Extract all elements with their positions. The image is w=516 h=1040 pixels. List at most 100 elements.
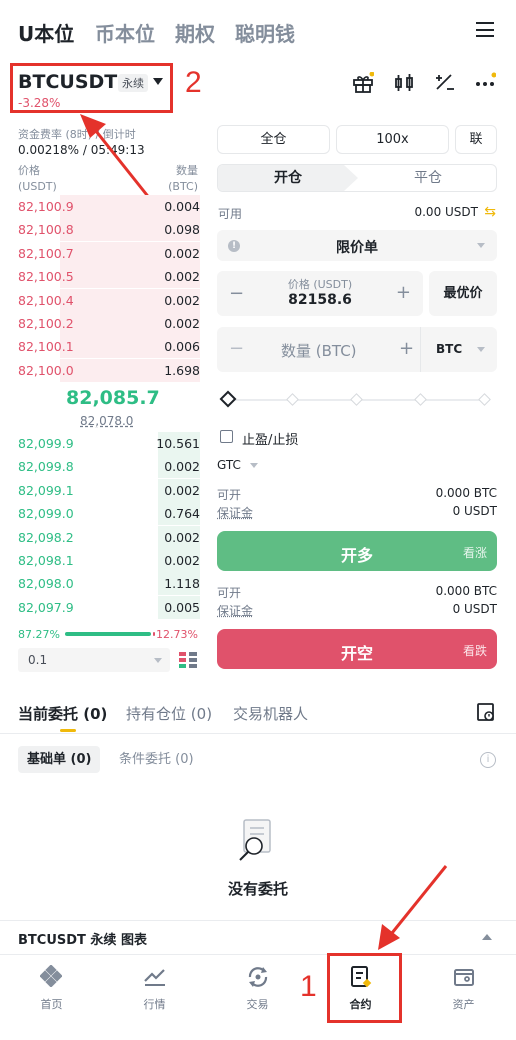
tab-close[interactable]: 平仓 — [358, 165, 496, 191]
open-long-button[interactable]: 开多 看涨 — [217, 531, 497, 571]
tab-smart-money[interactable]: 聪明钱 — [235, 18, 295, 47]
bid-row[interactable]: 82,099.9 10.561 — [0, 432, 200, 455]
bid-row[interactable]: 82,098.0 1.118 — [0, 572, 200, 596]
slider-mark[interactable] — [414, 393, 427, 406]
nav-markets[interactable]: 行情 — [103, 955, 206, 1025]
qty-header: 数量 (BTC) — [168, 164, 198, 193]
ask-row[interactable]: 82,100.2 0.002 — [0, 312, 200, 335]
info-icon[interactable]: i — [480, 752, 496, 768]
ask-row[interactable]: 82,100.4 0.002 — [0, 288, 200, 312]
empty-orders-icon — [239, 819, 271, 861]
margin-mode-button[interactable]: 全仓 — [217, 125, 330, 154]
ask-price: 82,100.0 — [18, 362, 74, 378]
tif-select[interactable]: GTC — [217, 458, 241, 472]
tpsl-label[interactable]: 止盈/止损 — [242, 429, 298, 448]
ask-quantity: 1.698 — [164, 362, 200, 378]
annotation-number-1: 1 — [300, 970, 317, 1003]
quantity-unit-select[interactable]: BTC — [436, 342, 462, 356]
bid-row[interactable]: 82,097.9 0.005 — [0, 595, 200, 619]
tab-positions[interactable]: 持有仓位 (0) — [126, 703, 212, 724]
more-icon[interactable] — [474, 72, 496, 94]
mark-price[interactable]: 82,078.0 — [80, 414, 133, 428]
bid-row[interactable]: 82,099.0 0.764 — [0, 502, 200, 526]
tab-trading-bots[interactable]: 交易机器人 — [233, 703, 308, 724]
bid-row[interactable]: 82,098.1 0.002 — [0, 549, 200, 572]
order-type-select[interactable]: ! 限价单 — [217, 230, 497, 261]
bid-quantity: 1.118 — [164, 576, 200, 592]
bid-row[interactable]: 82,098.2 0.002 — [0, 525, 200, 549]
menu-icon[interactable] — [476, 22, 494, 37]
bid-row[interactable]: 82,099.1 0.002 — [0, 478, 200, 502]
trade-icon — [248, 967, 268, 987]
asset-mode-button[interactable]: 联 — [455, 125, 497, 154]
ask-row[interactable]: 82,100.0 1.698 — [0, 358, 200, 382]
buy-ratio: 87.27% — [18, 628, 60, 641]
gift-icon[interactable] — [352, 72, 374, 94]
chevron-down-icon[interactable] — [250, 463, 258, 468]
slider-mark[interactable] — [286, 393, 299, 406]
bid-row[interactable]: 82,099.8 0.002 — [0, 455, 200, 479]
best-price-button[interactable]: 最优价 — [429, 271, 497, 316]
long-margin-value: 0 USDT — [452, 504, 497, 518]
price-input[interactable]: − 价格 (USDT) 82158.6 + — [217, 271, 423, 316]
ask-row[interactable]: 82,100.1 0.006 — [0, 335, 200, 359]
minus-icon[interactable]: − — [229, 338, 244, 359]
nav-assets[interactable]: 资产 — [412, 955, 515, 1025]
open-close-toggle[interactable]: 开仓 平仓 — [217, 164, 497, 192]
bid-quantity: 0.005 — [164, 599, 200, 615]
last-price[interactable]: 82,085.7 — [66, 387, 160, 409]
short-margin-label[interactable]: 保证金 — [217, 602, 253, 619]
annotation-box-symbol — [10, 63, 173, 113]
tab-open-orders[interactable]: 当前委托 (0) — [18, 703, 107, 724]
bid-price: 82,099.9 — [18, 436, 74, 451]
ask-row[interactable]: 82,100.5 0.002 — [0, 265, 200, 289]
long-margin-label[interactable]: 保证金 — [217, 504, 253, 521]
ask-row[interactable]: 82,100.8 0.098 — [0, 218, 200, 242]
nav-trade[interactable]: 交易 — [206, 955, 309, 1025]
price-label: 价格 (USDT) — [287, 278, 353, 291]
bid-quantity: 10.561 — [156, 436, 200, 451]
active-tab-indicator — [60, 729, 76, 732]
tab-options[interactable]: 期权 — [175, 18, 215, 47]
ask-price: 82,100.4 — [18, 292, 74, 308]
chevron-up-icon[interactable] — [482, 934, 492, 940]
slider-mark[interactable] — [478, 393, 491, 406]
ask-row[interactable]: 82,100.7 0.002 — [0, 241, 200, 265]
plus-icon[interactable]: + — [399, 338, 414, 359]
order-type-label: 限价单 — [336, 240, 378, 256]
tab-usdm[interactable]: U本位 — [18, 18, 74, 47]
transfer-icon[interactable]: ⇆ — [484, 204, 496, 220]
price-value: 82158.6 — [288, 292, 352, 308]
candlestick-icon[interactable] — [393, 72, 415, 94]
open-short-button[interactable]: 开空 看跌 — [217, 629, 497, 669]
bid-price: 82,099.0 — [18, 506, 74, 522]
ask-price: 82,100.8 — [18, 222, 74, 238]
tab-coinm[interactable]: 币本位 — [95, 18, 155, 47]
subtab-conditional-orders[interactable]: 条件委托 (0) — [110, 746, 203, 773]
nav-home[interactable]: 首页 — [0, 955, 103, 1025]
calculator-icon[interactable] — [434, 72, 456, 94]
depth-precision-select[interactable]: 0.1 — [18, 648, 170, 672]
ask-quantity: 0.002 — [164, 269, 200, 285]
slider-handle[interactable] — [219, 390, 237, 408]
tpsl-checkbox[interactable] — [220, 430, 233, 443]
ask-price: 82,100.7 — [18, 245, 74, 261]
ask-quantity: 0.002 — [164, 316, 200, 331]
ask-quantity: 0.002 — [164, 292, 200, 308]
slider-mark[interactable] — [350, 393, 363, 406]
bid-price: 82,098.0 — [18, 576, 74, 592]
subtab-basic-orders[interactable]: 基础单 (0) — [18, 746, 101, 773]
order-history-icon[interactable] — [476, 702, 496, 722]
chevron-down-icon — [154, 658, 162, 663]
bottom-nav: 首页 行情 交易 合约 资产 — [0, 954, 516, 1040]
plus-icon[interactable]: + — [396, 282, 411, 303]
available-label: 可用 — [218, 207, 243, 221]
orderbook-layout-icon[interactable] — [178, 650, 198, 670]
markets-icon — [144, 969, 165, 986]
divider — [0, 733, 516, 734]
quantity-input[interactable]: − 数量 (BTC) + BTC — [217, 327, 497, 372]
ask-row[interactable]: 82,100.9 0.004 — [0, 195, 200, 218]
tab-open[interactable]: 开仓 — [218, 165, 358, 191]
sell-ratio-bar — [153, 632, 155, 636]
leverage-button[interactable]: 100x — [336, 125, 449, 154]
